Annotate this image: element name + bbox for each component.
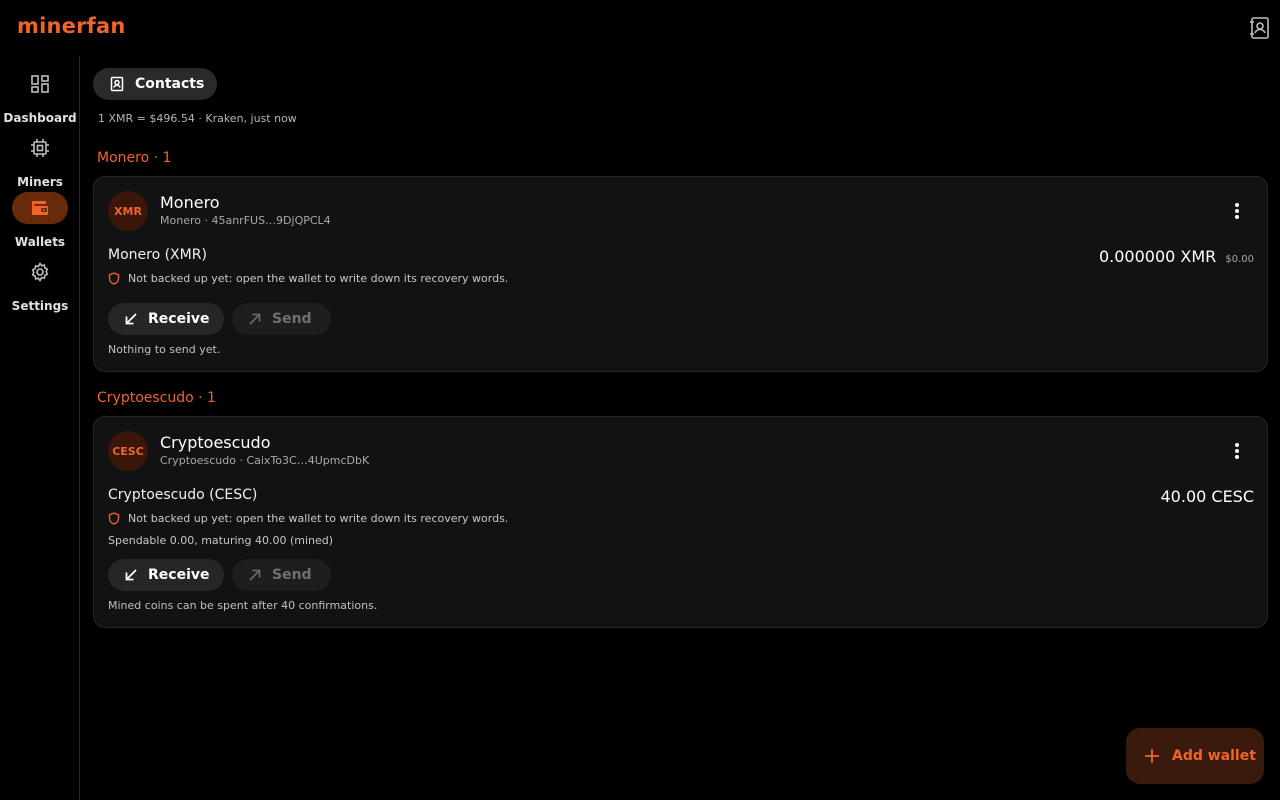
plus-icon — [1145, 749, 1159, 763]
backup-warning-text: Not backed up yet: open the wallet to wr… — [128, 272, 509, 285]
receive-button[interactable]: Receive — [108, 303, 224, 335]
receive-button-label: Receive — [148, 567, 210, 583]
wallet-name: Cryptoescudo — [160, 433, 271, 452]
shield-icon — [108, 272, 120, 285]
avatar: XMR — [108, 191, 148, 231]
nav-label-dashboard: Dashboard — [3, 111, 77, 125]
balance-amount: 40.00 CESC — [1160, 487, 1255, 506]
wallet-hint: Nothing to send yet. — [108, 343, 221, 356]
more-vert-icon — [1235, 203, 1239, 219]
wallet-icon — [12, 192, 68, 224]
receive-button[interactable]: Receive — [108, 559, 224, 591]
more-options-button[interactable] — [1227, 199, 1247, 223]
send-button[interactable]: Send — [232, 303, 331, 335]
balance-amount: 0.000000 XMR — [1098, 247, 1217, 266]
exchange-rate: 1 XMR = $496.54 · Kraken, just now — [98, 112, 297, 125]
wallet-subtitle: Monero · 45anrFUS…9DjQPCL4 — [160, 214, 331, 227]
wallet-card-monero[interactable]: XMR Monero Monero · 45anrFUS…9DjQPCL4 Mo… — [93, 176, 1268, 372]
send-button-label: Send — [272, 567, 312, 583]
arrow-down-left-icon — [125, 313, 137, 325]
nav-rail: Dashboard Miners Wallets Settings — [0, 56, 80, 800]
send-button-label: Send — [272, 311, 312, 327]
more-vert-icon — [1235, 443, 1239, 459]
add-wallet-label: Add wallet — [1172, 748, 1256, 764]
nav-item-miners[interactable]: Miners — [0, 132, 80, 196]
wallet-hint: Mined coins can be spent after 40 confir… — [108, 599, 378, 612]
app-title: minerfan — [17, 14, 126, 38]
add-wallet-button[interactable]: Add wallet — [1126, 728, 1264, 784]
shield-icon — [108, 512, 120, 525]
nav-label-settings: Settings — [11, 299, 69, 313]
nav-item-dashboard[interactable]: Dashboard — [0, 68, 80, 132]
dashboard-icon — [12, 68, 68, 100]
contacts-book-icon — [110, 76, 124, 92]
nav-item-settings[interactable]: Settings — [0, 256, 80, 320]
group-heading-cryptoescudo: Cryptoescudo · 1 — [97, 390, 216, 406]
contacts-button-label: Contacts — [135, 76, 205, 92]
nav-label-miners: Miners — [17, 175, 63, 189]
wallet-name: Monero — [160, 193, 220, 212]
gear-icon — [12, 256, 68, 288]
arrow-up-right-icon — [249, 569, 261, 581]
wallet-card-cryptoescudo[interactable]: CESC Cryptoescudo Cryptoescudo · CaixTo3… — [93, 416, 1268, 628]
wallet-subtitle: Cryptoescudo · CaixTo3C…4UpmcDbK — [160, 454, 370, 467]
asset-label: Monero (XMR) — [108, 247, 207, 263]
spendable-status: Spendable 0.00, maturing 40.00 (mined) — [108, 534, 334, 547]
nav-item-wallets[interactable]: Wallets — [0, 192, 80, 256]
arrow-down-left-icon — [125, 569, 137, 581]
backup-warning: Not backed up yet: open the wallet to wr… — [108, 272, 508, 285]
arrow-up-right-icon — [249, 313, 261, 325]
backup-warning-text: Not backed up yet: open the wallet to wr… — [128, 512, 509, 525]
contacts-button[interactable]: Contacts — [93, 68, 217, 100]
nav-label-wallets: Wallets — [14, 235, 66, 249]
more-options-button[interactable] — [1227, 439, 1247, 463]
group-heading-monero: Monero · 1 — [97, 150, 172, 166]
send-button[interactable]: Send — [232, 559, 331, 591]
asset-label: Cryptoescudo (CESC) — [108, 487, 258, 503]
backup-warning: Not backed up yet: open the wallet to wr… — [108, 512, 508, 525]
contacts-book-icon[interactable] — [1249, 16, 1271, 40]
chip-icon — [12, 132, 68, 164]
avatar: CESC — [108, 431, 148, 471]
balance: 0.000000 XMR $0.00 — [1099, 247, 1254, 266]
balance: 40.00 CESC — [1161, 487, 1255, 506]
receive-button-label: Receive — [148, 311, 210, 327]
balance-fiat: $0.00 — [1225, 254, 1254, 265]
